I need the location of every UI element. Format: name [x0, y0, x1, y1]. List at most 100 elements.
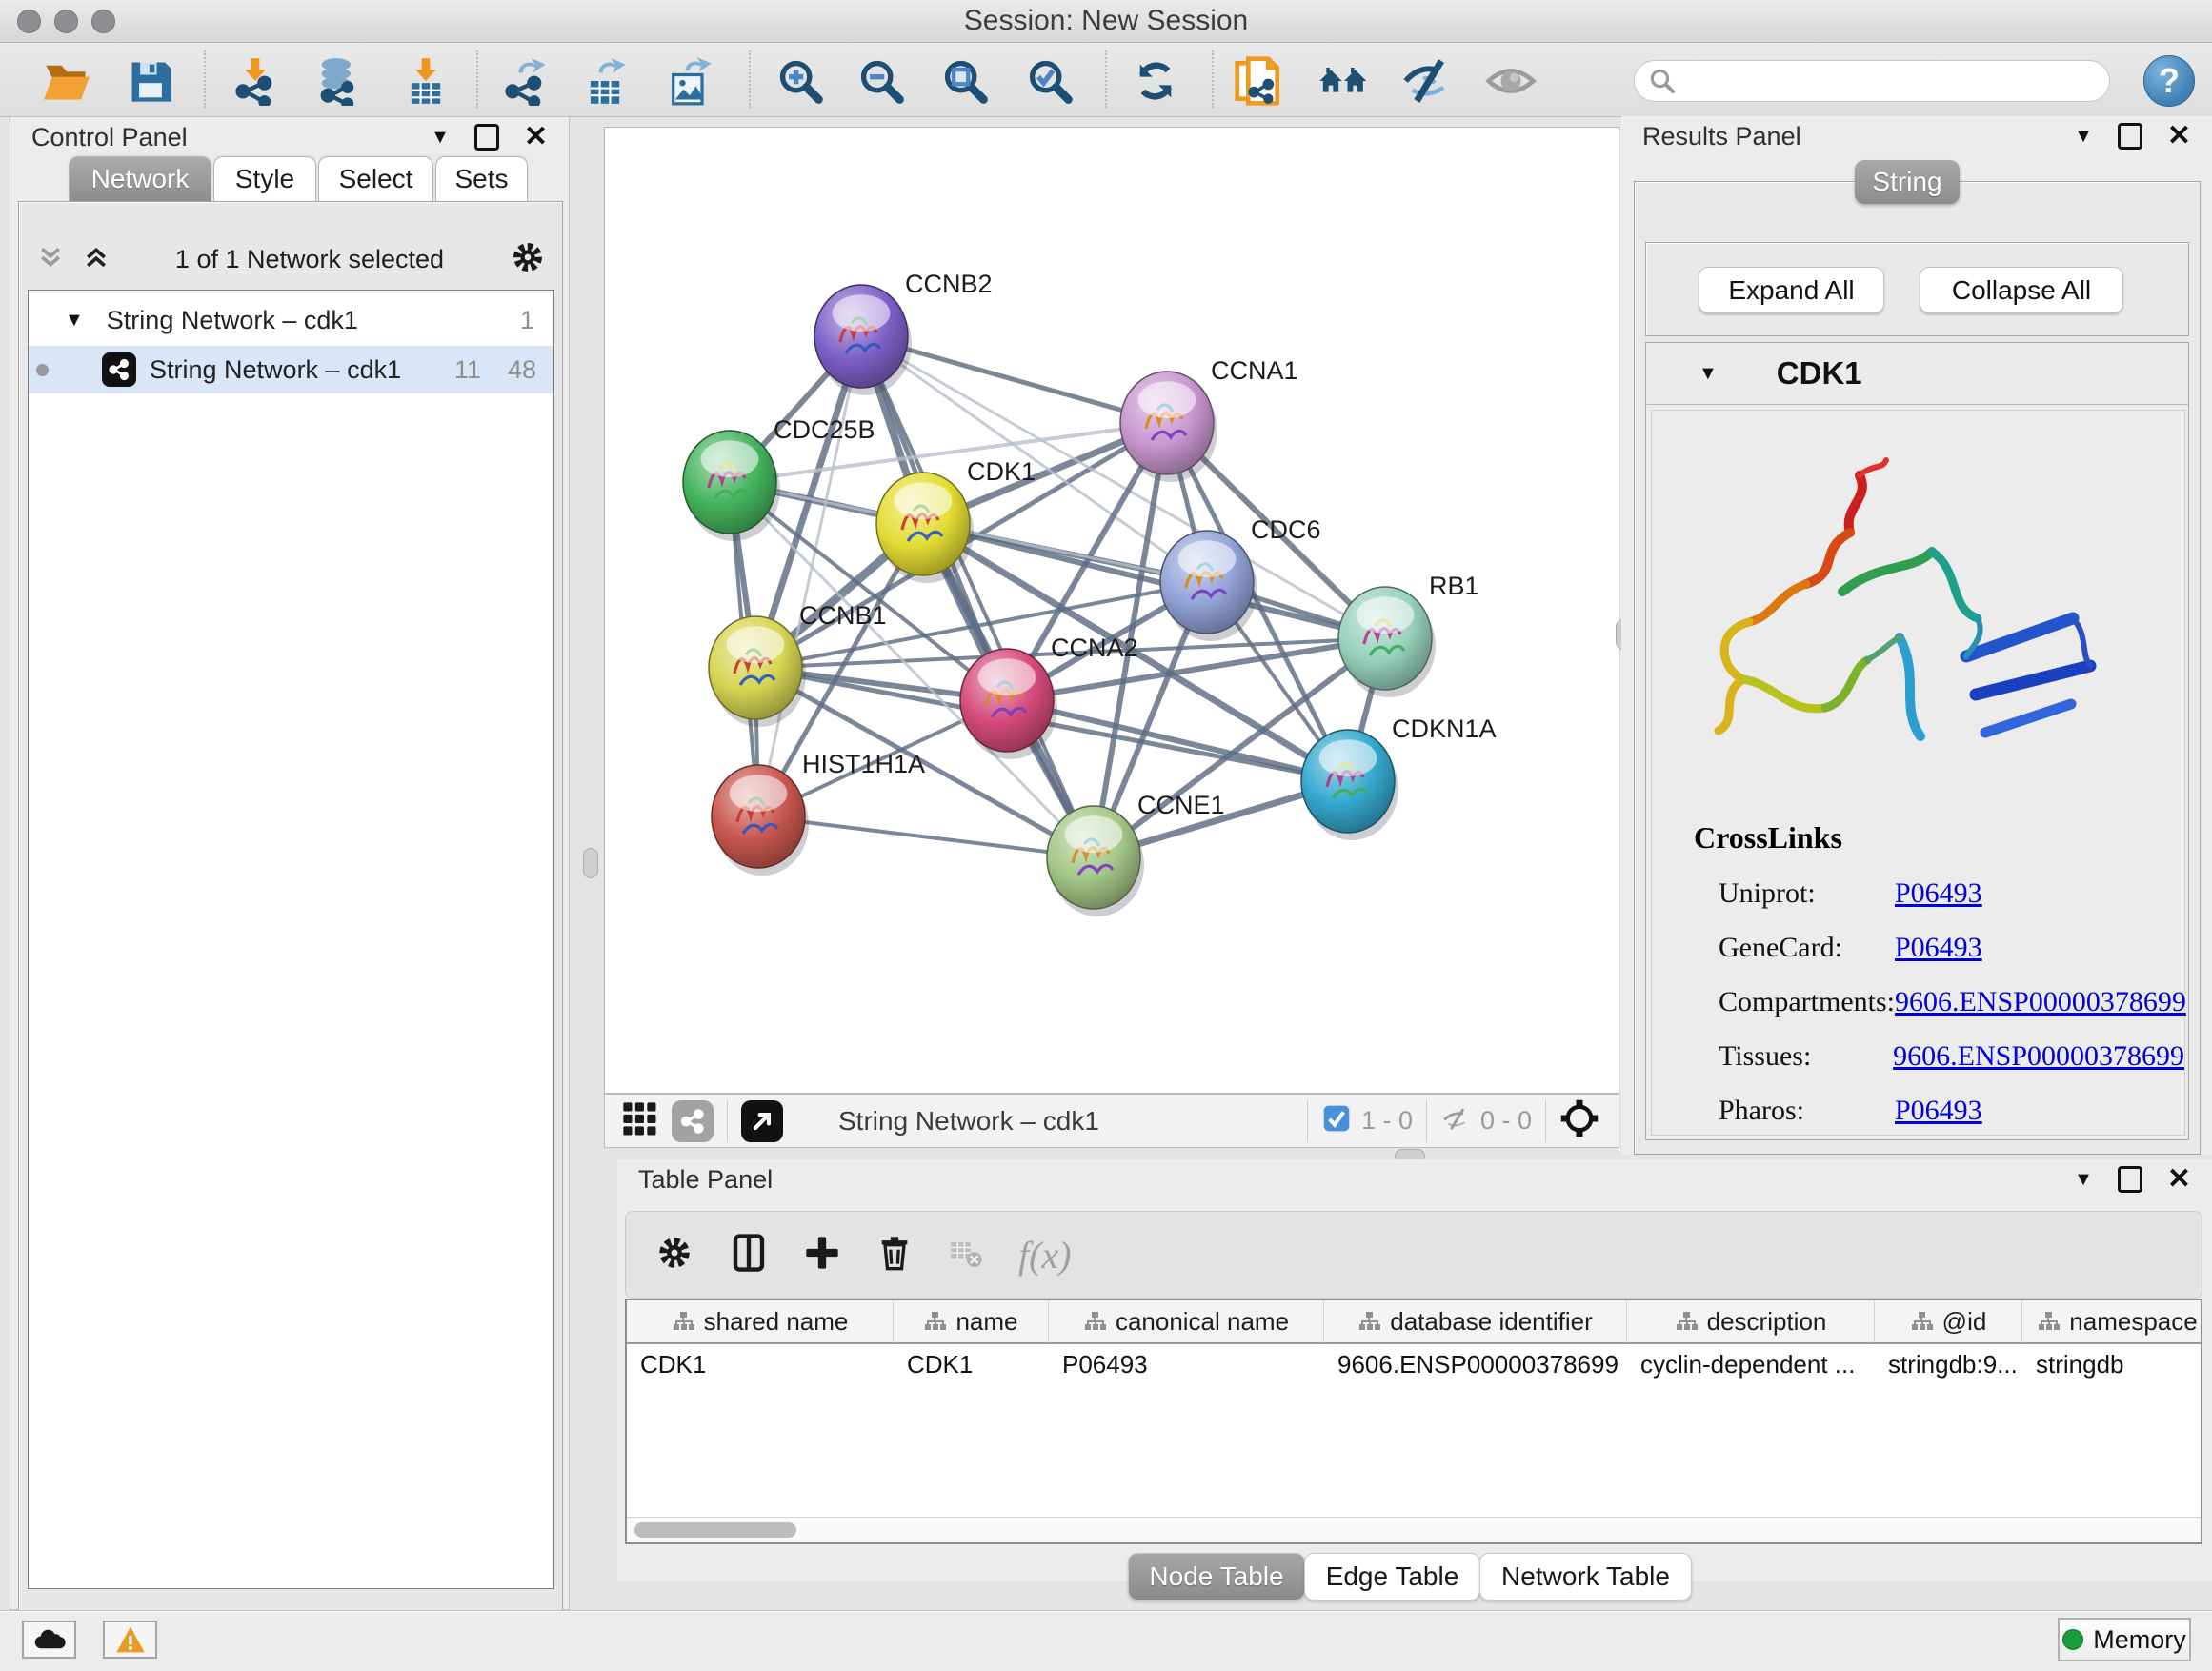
table-cell[interactable]: CDK1	[894, 1344, 1049, 1384]
expand-all-icon[interactable]	[82, 243, 111, 276]
network-node-HIST1H1A[interactable]	[712, 765, 809, 876]
zoom-in-icon[interactable]	[774, 54, 827, 108]
column-header-description[interactable]: description	[1627, 1300, 1875, 1342]
warnings-button[interactable]	[103, 1621, 157, 1659]
search-input[interactable]	[1677, 66, 2096, 97]
selected-checkbox-icon[interactable]	[1321, 1103, 1352, 1138]
zoom-selected-icon[interactable]	[1023, 54, 1076, 108]
network-node-CDK1[interactable]	[876, 473, 974, 583]
network-export-view-icon[interactable]	[741, 1100, 783, 1142]
column-header-namespace[interactable]: namespace	[2022, 1300, 2212, 1342]
tab-edge-table[interactable]: Edge Table	[1304, 1553, 1480, 1601]
export-network-icon[interactable]	[498, 54, 552, 108]
splitter-grip[interactable]	[583, 848, 598, 878]
panel-close-icon[interactable]: ✕	[2167, 122, 2191, 151]
birdseye-navigator-icon[interactable]	[1559, 1098, 1599, 1143]
tab-node-table[interactable]: Node Table	[1128, 1553, 1305, 1601]
collapse-all-button[interactable]: Collapse All	[1920, 267, 2123, 313]
table-cell[interactable]: 9606.ENSP00000378699	[1324, 1344, 1627, 1384]
import-table-from-file-icon[interactable]	[399, 54, 452, 108]
network-node-CCNA1[interactable]	[1120, 372, 1217, 482]
control-panel-header: Control Panel ▼ ✕	[10, 117, 569, 157]
cloud-button[interactable]	[22, 1621, 76, 1659]
table-options-gear-icon[interactable]	[654, 1233, 694, 1278]
network-node-CCNE1[interactable]	[1047, 806, 1144, 916]
expand-all-button[interactable]: Expand All	[1699, 267, 1884, 313]
network-node-CCNA2[interactable]	[960, 649, 1057, 759]
network-view-canvas[interactable]: CCNB2CCNA1CDC25BCDK1CDC6RB1CCNB1CCNA2CDK…	[604, 127, 1619, 1094]
zoom-out-icon[interactable]	[855, 54, 908, 108]
save-session-icon[interactable]	[124, 54, 177, 108]
hide-selection-icon[interactable]	[1401, 54, 1455, 108]
table-cell[interactable]: stringdb:9...	[1875, 1344, 2022, 1384]
panel-float-icon[interactable]	[2118, 1166, 2142, 1193]
network-edge[interactable]	[1007, 700, 1348, 781]
table-cell[interactable]: cyclin-dependent ...	[1627, 1344, 1875, 1384]
crosslink-link[interactable]: P06493	[1895, 932, 1982, 964]
export-table-icon[interactable]	[578, 54, 632, 108]
show-columns-icon[interactable]	[729, 1233, 769, 1278]
column-header--id[interactable]: @id	[1875, 1300, 2022, 1342]
refresh-view-icon[interactable]	[1129, 54, 1182, 108]
panel-menu-icon[interactable]: ▼	[431, 127, 450, 149]
network-collection-row[interactable]: ▼ String Network – cdk1 1	[29, 298, 553, 342]
zoom-fit-content-icon[interactable]	[938, 54, 992, 108]
crosslink-link[interactable]: 9606.ENSP00000378699	[1893, 1040, 2184, 1073]
hidden-eye-icon[interactable]	[1440, 1102, 1473, 1139]
crosslink-link[interactable]: 9606.ENSP00000378699	[1895, 986, 2186, 1018]
network-node-CDC6[interactable]	[1160, 531, 1257, 641]
tab-network-table[interactable]: Network Table	[1479, 1553, 1692, 1601]
delete-column-icon[interactable]	[875, 1234, 914, 1277]
collapse-all-icon[interactable]	[36, 243, 65, 276]
table-cell[interactable]: P06493	[1049, 1344, 1324, 1384]
network-node-CDC25B[interactable]	[683, 431, 780, 541]
help-icon[interactable]: ?	[2143, 55, 2195, 107]
network-node-CCNB2[interactable]	[814, 285, 912, 395]
main-toolbar: ?	[0, 43, 2212, 117]
tab-style[interactable]: Style	[213, 156, 316, 201]
column-header-canonical-name[interactable]: canonical name	[1049, 1300, 1324, 1342]
panel-close-icon[interactable]: ✕	[524, 123, 548, 151]
network-node-CDKN1A[interactable]	[1301, 730, 1398, 840]
network-row[interactable]: String Network – cdk1 11 48	[29, 346, 553, 393]
collection-expander-icon[interactable]: ▼	[65, 310, 84, 332]
scrollbar-thumb[interactable]	[634, 1522, 796, 1538]
network-grid-view-icon[interactable]	[620, 1099, 658, 1142]
memory-button[interactable]: Memory	[2058, 1618, 2191, 1661]
show-all-icon[interactable]	[1484, 54, 1538, 108]
network-node-RB1[interactable]	[1338, 587, 1436, 697]
network-share-view-icon[interactable]	[672, 1100, 714, 1142]
create-column-icon[interactable]	[803, 1234, 841, 1277]
panel-menu-icon[interactable]: ▼	[2074, 126, 2093, 148]
network-edge[interactable]	[861, 336, 1094, 857]
crosslink-link[interactable]: P06493	[1895, 1095, 1982, 1127]
column-header-database-identifier[interactable]: database identifier	[1324, 1300, 1627, 1342]
panel-float-icon[interactable]	[474, 124, 499, 151]
import-network-from-file-icon[interactable]	[229, 54, 282, 108]
tab-select[interactable]: Select	[318, 156, 433, 201]
table-cell[interactable]: CDK1	[627, 1344, 894, 1384]
network-options-gear-icon[interactable]	[509, 238, 547, 281]
new-network-from-selection-icon[interactable]	[1233, 54, 1286, 108]
crosslink-link[interactable]: P06493	[1895, 877, 1982, 910]
panel-menu-icon[interactable]: ▼	[2074, 1169, 2093, 1191]
tab-sets[interactable]: Sets	[435, 156, 528, 201]
column-header-shared-name[interactable]: shared name	[627, 1300, 894, 1342]
open-session-icon[interactable]	[40, 54, 93, 108]
column-header-name[interactable]: name	[894, 1300, 1049, 1342]
tab-network[interactable]: Network	[69, 156, 211, 201]
export-image-icon[interactable]	[663, 54, 716, 108]
network-edge[interactable]	[758, 336, 861, 816]
node-label-RB1: RB1	[1429, 572, 1479, 600]
panel-close-icon[interactable]: ✕	[2167, 1165, 2191, 1194]
network-graph[interactable]: CCNB2CCNA1CDC25BCDK1CDC6RB1CCNB1CCNA2CDK…	[605, 128, 1619, 1093]
import-network-from-database-icon[interactable]	[312, 54, 365, 108]
panel-float-icon[interactable]	[2118, 123, 2142, 150]
tab-string[interactable]: String	[1855, 160, 1960, 204]
table-cell[interactable]: stringdb	[2022, 1344, 2212, 1384]
protein-header-row[interactable]: ▼ CDK1	[1646, 343, 2188, 405]
table-horizontal-scrollbar[interactable]	[627, 1517, 2201, 1542]
protein-expander-icon[interactable]: ▼	[1699, 363, 1718, 385]
table-row[interactable]: CDK1CDK1P064939606.ENSP00000378699cyclin…	[627, 1344, 2201, 1384]
first-neighbors-icon[interactable]	[1317, 54, 1371, 108]
